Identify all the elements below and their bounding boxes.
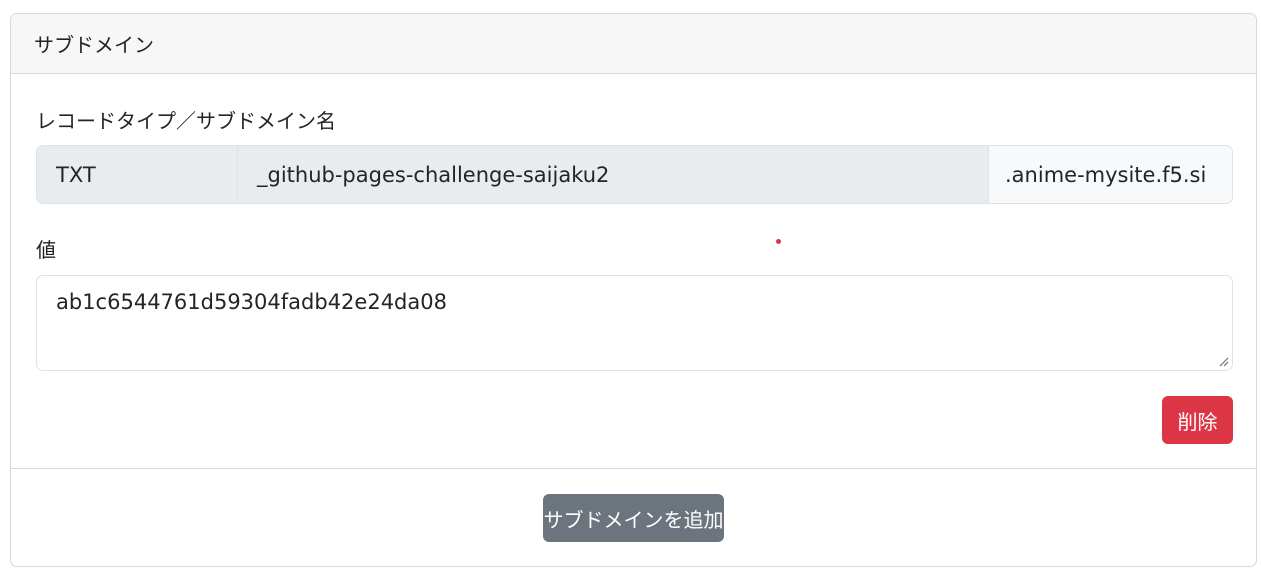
- subdomain-card: サブドメイン レコードタイプ／サブドメイン名 TXT _github-pages…: [10, 13, 1257, 567]
- record-input-group: TXT _github-pages-challenge-saijaku2 .an…: [36, 145, 1233, 204]
- value-label: 値: [36, 238, 56, 262]
- card-header: サブドメイン: [11, 14, 1256, 74]
- card-title: サブドメイン: [34, 33, 154, 57]
- record-type-field: TXT: [37, 146, 238, 203]
- required-indicator-dot: [776, 239, 781, 244]
- value-textarea[interactable]: ab1c6544761d59304fadb42e24da08: [36, 275, 1233, 371]
- value-text: ab1c6544761d59304fadb42e24da08: [56, 290, 447, 314]
- subdomain-name-field: _github-pages-challenge-saijaku2: [238, 146, 989, 203]
- domain-suffix: .anime-mysite.f5.si: [989, 146, 1232, 203]
- record-label: レコードタイプ／サブドメイン名: [36, 109, 336, 133]
- card-body: レコードタイプ／サブドメイン名 TXT _github-pages-challe…: [11, 74, 1256, 469]
- delete-button[interactable]: 削除: [1162, 396, 1233, 444]
- resize-handle-icon[interactable]: [1219, 357, 1229, 367]
- add-subdomain-button[interactable]: サブドメインを追加: [543, 494, 724, 542]
- card-footer: サブドメインを追加: [11, 469, 1256, 566]
